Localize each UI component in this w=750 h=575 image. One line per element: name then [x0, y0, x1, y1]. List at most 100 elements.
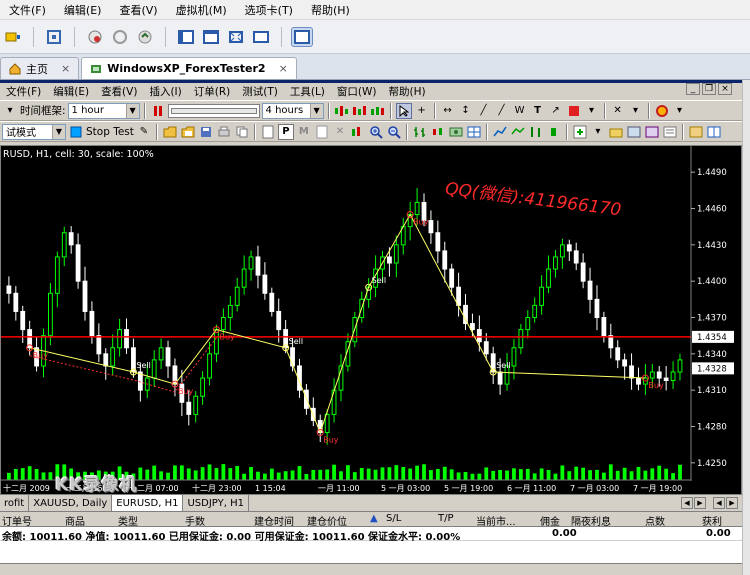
- speed-slider[interactable]: [167, 103, 260, 118]
- fullscreen-icon[interactable]: [225, 27, 247, 47]
- stop-icon[interactable]: [150, 103, 166, 119]
- account-summary-row[interactable]: 余额: 10011.60 净值: 10011.60 已用保证金: 0.00 可用…: [0, 527, 742, 543]
- report-icon[interactable]: [662, 124, 678, 140]
- stop-test-button[interactable]: Stop Test: [86, 126, 134, 138]
- col-profit[interactable]: 获利: [702, 513, 722, 528]
- print-icon[interactable]: [216, 124, 232, 140]
- settings-icon[interactable]: [654, 103, 670, 119]
- host-menu-help[interactable]: 帮助(H): [302, 2, 359, 18]
- menu-tools[interactable]: 工具(L): [284, 84, 331, 99]
- scroll-right-icon[interactable]: ▶: [694, 497, 706, 509]
- col-open-time[interactable]: 建仓时间: [254, 513, 294, 528]
- add-order-icon[interactable]: [572, 124, 588, 140]
- host-menu-vm[interactable]: 虚拟机(M): [167, 2, 236, 18]
- close-chart-icon[interactable]: ✕: [332, 124, 348, 140]
- menu-test[interactable]: 测试(T): [236, 84, 284, 99]
- network-icon[interactable]: [43, 27, 65, 47]
- wave-icon[interactable]: W: [512, 103, 528, 119]
- money-icon[interactable]: [448, 124, 464, 140]
- horizontal-line-icon[interactable]: ↔: [440, 103, 456, 119]
- col-take-profit[interactable]: T/P: [438, 513, 454, 524]
- properties-icon[interactable]: P: [277, 123, 294, 140]
- thumbnail-view-icon[interactable]: [291, 26, 313, 47]
- chart-tab-eurusd[interactable]: EURUSD, H1: [112, 495, 184, 511]
- menu-orders[interactable]: 订单(R): [188, 84, 237, 99]
- timeframe-select[interactable]: 1 hour ▼: [67, 102, 140, 119]
- view-console-icon[interactable]: [200, 27, 222, 47]
- col-current-price[interactable]: 当前市...: [476, 513, 516, 528]
- indicator-icon[interactable]: [350, 124, 366, 140]
- col-lots[interactable]: 手数: [185, 513, 205, 528]
- mark-icon[interactable]: M: [296, 124, 312, 140]
- arrow-icon[interactable]: ↗: [548, 103, 564, 119]
- scroll-left-icon[interactable]: ◀: [681, 497, 693, 509]
- snapshot-manager-icon[interactable]: [134, 27, 156, 47]
- candle-chart-icon[interactable]: [546, 124, 562, 140]
- copy-icon[interactable]: [234, 124, 250, 140]
- account-icon[interactable]: [626, 124, 642, 140]
- revert-icon[interactable]: [109, 27, 131, 47]
- unity-icon[interactable]: [250, 27, 272, 47]
- bar-chart-icon[interactable]: [412, 124, 428, 140]
- tab-windowsxp-forextester2[interactable]: WindowsXP_ForexTester2 ×: [81, 57, 297, 79]
- chart-tab-xauusd[interactable]: XAUUSD, Daily: [29, 495, 113, 511]
- chart-tab-profit[interactable]: rofit: [0, 495, 30, 511]
- shape-icon[interactable]: [566, 103, 582, 119]
- mode-select[interactable]: 试模式 ▼: [2, 123, 66, 140]
- scroll-left-icon[interactable]: ◀: [713, 497, 725, 509]
- power-icon[interactable]: [2, 27, 24, 47]
- scroll-right-icon[interactable]: ▶: [726, 497, 738, 509]
- save-icon[interactable]: [198, 124, 214, 140]
- view-normal-icon[interactable]: [175, 27, 197, 47]
- host-menu-tabs[interactable]: 选项卡(T): [236, 2, 302, 18]
- trend-line-icon[interactable]: ╱: [476, 103, 492, 119]
- chevron-down-icon[interactable]: ▾: [590, 124, 606, 140]
- step-select[interactable]: 4 hours ▼: [261, 102, 324, 119]
- chart-tab-usdjpy[interactable]: USDJPY, H1: [183, 495, 249, 511]
- zoom-out-icon[interactable]: [386, 124, 402, 140]
- chevron-down-icon[interactable]: ▾: [628, 103, 644, 119]
- window-icon[interactable]: [688, 124, 704, 140]
- menu-window[interactable]: 窗口(W): [331, 84, 383, 99]
- delete-icon[interactable]: ✕: [610, 103, 626, 119]
- chevron-down-icon[interactable]: ▾: [672, 103, 688, 119]
- close-icon[interactable]: ×: [61, 62, 70, 75]
- menu-view[interactable]: 查看(V): [95, 84, 143, 99]
- line-chart-icon[interactable]: [492, 124, 508, 140]
- indicator-icon[interactable]: [334, 103, 350, 119]
- menu-edit[interactable]: 编辑(E): [47, 84, 95, 99]
- price-chart[interactable]: Buy Sell Buy Buy Sell Buy Sell Buy Sell Buy 1.449…: [0, 145, 742, 495]
- tab-home[interactable]: 主页 ×: [0, 57, 80, 79]
- col-swap[interactable]: 隔夜利息: [571, 513, 611, 528]
- minimize-button[interactable]: _: [686, 83, 700, 95]
- col-order-id[interactable]: 订单号: [2, 513, 32, 528]
- trend-line-icon[interactable]: ╱: [494, 103, 510, 119]
- bar-chart-icon[interactable]: [528, 124, 544, 140]
- snapshot-icon[interactable]: [84, 27, 106, 47]
- col-type[interactable]: 类型: [118, 513, 138, 528]
- restore-button[interactable]: ❐: [702, 83, 716, 95]
- col-commission[interactable]: 佣金: [540, 513, 560, 528]
- cursor-tool-icon[interactable]: [395, 102, 412, 119]
- folder-open-icon[interactable]: [180, 124, 196, 140]
- chevron-down-icon[interactable]: ▾: [2, 103, 18, 119]
- chevron-down-icon[interactable]: ▾: [584, 103, 600, 119]
- text-icon[interactable]: T: [530, 103, 546, 119]
- host-menu-edit[interactable]: 编辑(E): [55, 2, 111, 18]
- menu-file[interactable]: 文件(F): [0, 84, 47, 99]
- indicator-icon[interactable]: [352, 103, 368, 119]
- vertical-line-icon[interactable]: ↕: [458, 103, 474, 119]
- page-icon[interactable]: [314, 124, 330, 140]
- col-points[interactable]: 点数: [645, 513, 665, 528]
- vm-vertical-scrollbar[interactable]: [742, 80, 750, 575]
- host-menu-file[interactable]: 文件(F): [0, 2, 55, 18]
- menu-help[interactable]: 帮助(H): [382, 84, 431, 99]
- close-button[interactable]: ×: [718, 83, 732, 95]
- candlestick-chart[interactable]: Buy Sell Buy Buy Sell Buy Sell Buy Sell Buy 1.449…: [1, 146, 741, 494]
- strategy-icon[interactable]: [644, 124, 660, 140]
- folder-icon[interactable]: [162, 124, 178, 140]
- new-chart-icon[interactable]: [260, 124, 276, 140]
- edit-icon[interactable]: ✎: [136, 124, 152, 140]
- close-icon[interactable]: ×: [279, 62, 288, 75]
- tile-icon[interactable]: [706, 124, 722, 140]
